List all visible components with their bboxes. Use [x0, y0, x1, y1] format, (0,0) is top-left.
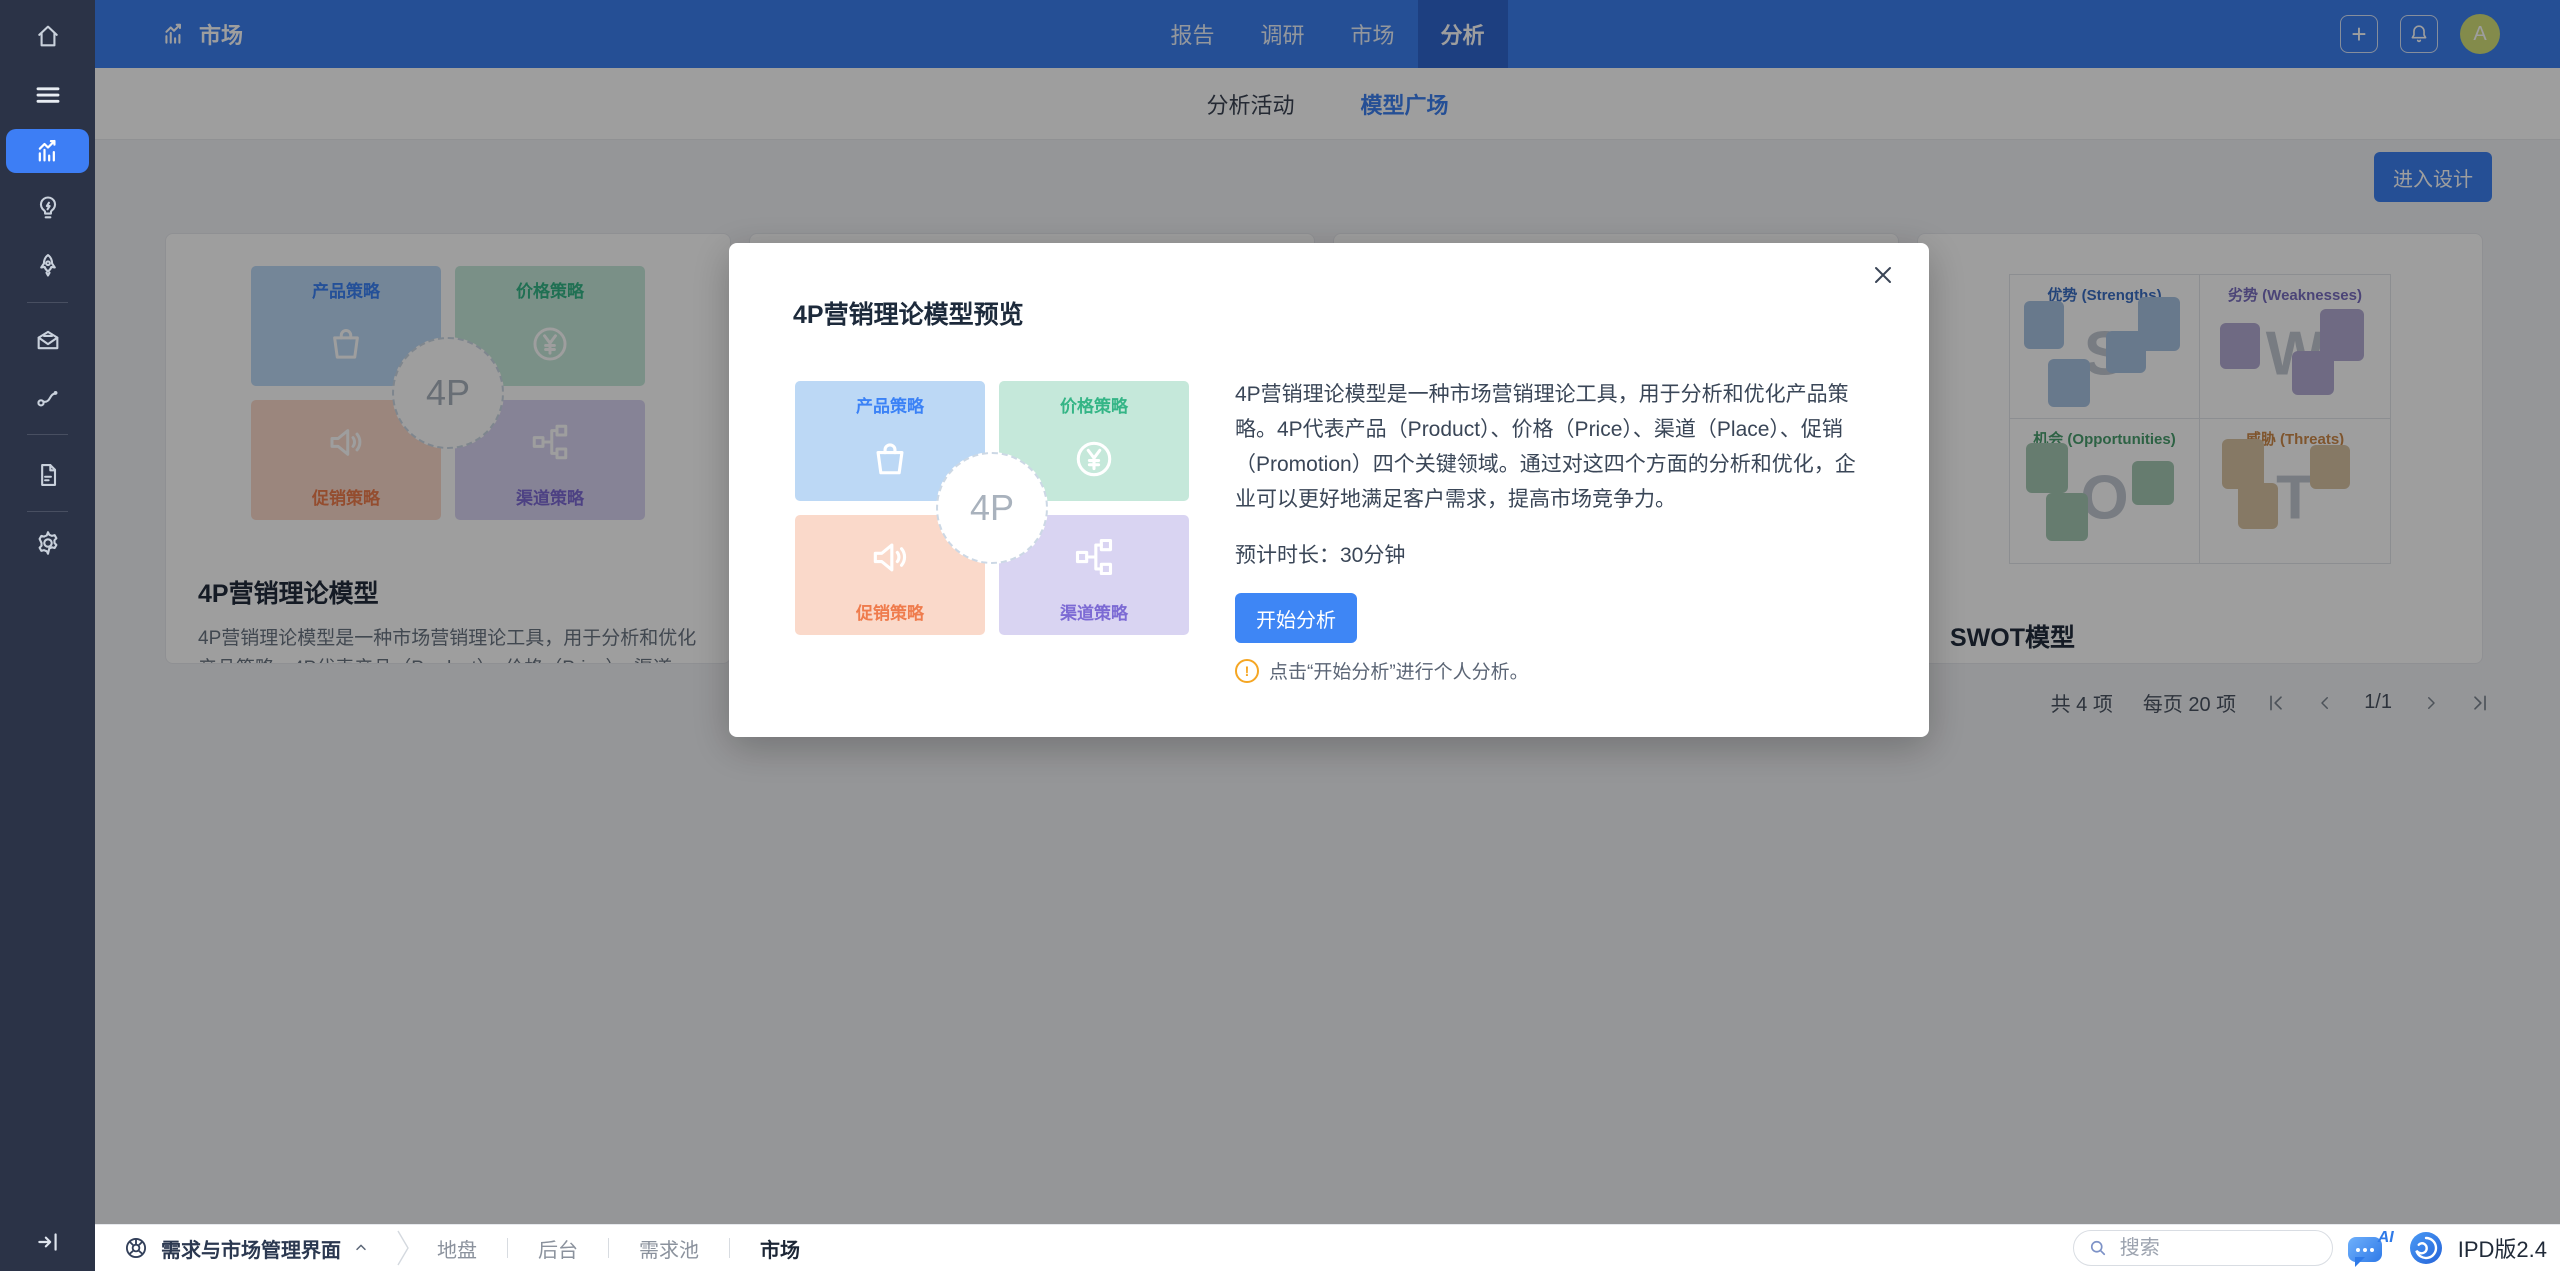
lightbulb-icon [34, 194, 62, 222]
chart-trending-icon [34, 137, 62, 165]
mail-doc-icon [34, 326, 62, 354]
search-icon [2088, 1238, 2108, 1258]
sidebar-divider [27, 511, 68, 512]
modal-body: 产品策略 价格策略 促销策略 渠道策略 4P 4P营销理论模型是一种市场营销理论… [795, 377, 1865, 684]
helm-icon [123, 1235, 149, 1261]
modal-title: 4P营销理论模型预览 [793, 295, 1929, 331]
crumb-houtai[interactable]: 后台 [538, 1234, 578, 1263]
version-label: IPD版2.4 [2458, 1232, 2547, 1264]
sidebar-divider [27, 302, 68, 303]
sidebar-item-settings[interactable] [6, 521, 89, 565]
shopping-bag-icon [868, 417, 912, 501]
megaphone-icon [868, 515, 912, 599]
hamburger-icon [33, 80, 63, 110]
expand-panel-icon [35, 1229, 61, 1255]
search-input[interactable] [2118, 1236, 2292, 1261]
sidebar-collapse-toggle[interactable] [6, 1220, 89, 1264]
breadcrumb-root-selector[interactable]: 需求与市场管理界面 [161, 1234, 341, 1263]
chevron-up-icon[interactable] [353, 1240, 369, 1256]
ai-label: AI [2378, 1229, 2394, 1247]
sidebar-item-launch[interactable] [6, 243, 89, 287]
yen-circle-icon [1071, 417, 1117, 501]
model-description: 4P营销理论模型是一种市场营销理论工具，用于分析和优化产品策略。4P代表产品（P… [1235, 377, 1865, 517]
shell-toolbar: AI IPD版2.4 [2073, 1230, 2547, 1266]
preview-modal: 4P营销理论模型预览 产品策略 价格策略 促销策略 渠道策略 4P 4P营销理论… [729, 243, 1929, 737]
network-icon [1072, 515, 1116, 599]
document-icon [34, 461, 62, 489]
ipd-logo-icon[interactable] [2409, 1231, 2443, 1265]
rocket-icon [34, 251, 62, 279]
home-icon [34, 22, 62, 50]
shell-bottombar: 需求与市场管理界面 地盘 后台 需求池 市场 AI IPD版2.4 [95, 1224, 2560, 1271]
sidebar-item-insight[interactable] [6, 186, 89, 230]
breadcrumb-separator-icon [395, 1229, 411, 1267]
sidebar-item-inbox[interactable] [6, 318, 89, 362]
sidebar-divider [27, 434, 68, 435]
shell-breadcrumb: 需求与市场管理界面 地盘 后台 需求池 市场 [123, 1229, 800, 1267]
close-icon[interactable] [1871, 263, 1895, 287]
shell-sidebar [0, 0, 95, 1271]
crumb-dipan[interactable]: 地盘 [437, 1234, 477, 1263]
sidebar-item-analytics[interactable] [6, 129, 89, 173]
sidebar-item-home[interactable] [6, 14, 89, 58]
start-analysis-button[interactable]: 开始分析 [1235, 593, 1357, 643]
crumb-xuqiuchi[interactable]: 需求池 [639, 1234, 699, 1263]
crumb-shichang[interactable]: 市场 [760, 1234, 800, 1263]
route-icon [34, 383, 62, 411]
modal-hint: ! 点击“开始分析”进行个人分析。 [1235, 657, 1865, 684]
estimated-duration: 预计时长：30分钟 [1235, 539, 1865, 569]
sidebar-item-document[interactable] [6, 453, 89, 497]
sidebar-item-workflow[interactable] [6, 375, 89, 419]
sidebar-item-menu[interactable] [6, 73, 89, 117]
fourp-center-badge: 4P [936, 452, 1048, 564]
modal-text-column: 4P营销理论模型是一种市场营销理论工具，用于分析和优化产品策略。4P代表产品（P… [1235, 377, 1865, 684]
chat-bubble-icon [2348, 1237, 2382, 1262]
hint-text: 点击“开始分析”进行个人分析。 [1269, 657, 1529, 684]
info-warning-icon: ! [1235, 659, 1259, 683]
ai-assistant-button[interactable]: AI [2348, 1231, 2394, 1265]
gear-icon [34, 529, 62, 557]
fourp-diagram-modal: 产品策略 价格策略 促销策略 渠道策略 4P [795, 381, 1189, 635]
global-search[interactable] [2073, 1230, 2333, 1266]
